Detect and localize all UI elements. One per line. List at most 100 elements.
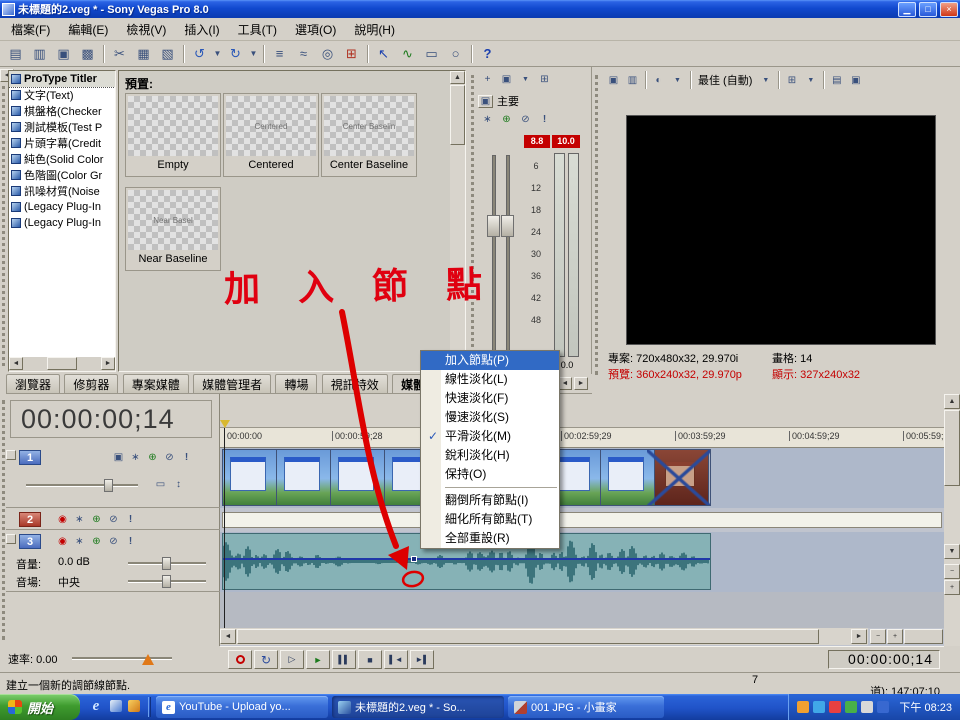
task-button-paint[interactable]: 001 JPG - 小畫家 <box>508 696 664 718</box>
list-hscrollbar[interactable]: ◄ ► <box>9 357 115 371</box>
launch-media-player-icon[interactable] <box>128 700 140 712</box>
zoom-out-track-height-icon[interactable]: − <box>944 564 960 579</box>
rate-slider[interactable] <box>72 657 172 660</box>
tab-video-fx[interactable]: 視訊特效 <box>321 374 388 393</box>
tab-scroll-left-icon[interactable]: ◄ <box>558 377 572 390</box>
solo-icon[interactable]: ! <box>122 512 139 527</box>
zoom-tool-corner[interactable] <box>904 629 943 644</box>
zoom-in-track-height-icon[interactable]: + <box>944 580 960 595</box>
automation-settings-icon[interactable]: ⊕ <box>88 512 105 527</box>
overlay-dropdown-icon[interactable]: ▼ <box>801 72 820 89</box>
zoom-out-time-icon[interactable]: − <box>870 629 886 644</box>
dock-grip[interactable] <box>2 86 5 366</box>
lock-envelopes-icon[interactable]: ◎ <box>316 43 339 65</box>
preset-thumbnail[interactable]: Centered <box>226 96 316 156</box>
bus-mute-icon[interactable]: ⊘ <box>516 111 535 128</box>
selection-edit-tool-icon[interactable]: ▭ <box>420 43 443 65</box>
undo-icon[interactable]: ↺ <box>188 43 211 65</box>
scroll-left-icon[interactable]: ◄ <box>220 629 236 644</box>
split-screen-dropdown-icon[interactable]: ▼ <box>668 72 687 89</box>
whats-this-help-icon[interactable]: ? <box>476 43 499 65</box>
tab-scroll-right-icon[interactable]: ► <box>574 377 588 390</box>
preset-thumbnail[interactable]: Near Basel <box>128 190 218 250</box>
envelope-node[interactable] <box>411 556 417 562</box>
transport-timecode-display[interactable]: 00:00:00;14 <box>828 650 940 669</box>
track-number-badge[interactable]: 1 <box>19 450 41 465</box>
stop-icon[interactable]: ■ <box>358 650 382 669</box>
scroll-right-icon[interactable]: ► <box>101 357 115 370</box>
minimize-button[interactable]: ▁ <box>898 1 916 17</box>
scroll-thumb[interactable] <box>237 629 819 644</box>
play-icon[interactable]: ► <box>306 650 330 669</box>
generator-item[interactable]: 文字(Text) <box>9 87 115 103</box>
preview-on-external-monitor-icon[interactable]: ▥ <box>623 72 642 89</box>
solo-icon[interactable]: ! <box>122 534 139 549</box>
menu-file[interactable]: 檔案(F) <box>2 18 59 41</box>
menu-item-reset-all[interactable]: 全部重設(R) <box>421 529 559 548</box>
menu-item-linear-fade[interactable]: 線性淡化(L) <box>421 370 559 389</box>
menu-item-add-point[interactable]: 加入節點(P) <box>421 351 559 370</box>
overlay-grid-icon[interactable]: ⊞ <box>782 72 801 89</box>
bus-solo-icon[interactable]: ! <box>535 111 554 128</box>
marker-bar[interactable] <box>220 394 944 428</box>
redo-icon[interactable]: ↻ <box>224 43 247 65</box>
overlay-event[interactable] <box>222 512 942 528</box>
menu-help[interactable]: 說明(H) <box>345 18 404 41</box>
scroll-down-icon[interactable]: ▼ <box>944 544 960 559</box>
automation-settings-icon[interactable]: ⊕ <box>88 534 105 549</box>
menu-item-hold[interactable]: 保持(O) <box>421 465 559 484</box>
automation-settings-icon[interactable]: ⊕ <box>144 450 161 465</box>
mixer-dropdown-icon[interactable]: ▼ <box>516 71 535 88</box>
preset-cell[interactable]: Centered Centered <box>223 93 319 177</box>
tray-update-icon[interactable] <box>797 701 809 713</box>
track-motion-icon[interactable]: ▣ <box>110 450 127 465</box>
generator-item[interactable]: (Legacy Plug-In <box>9 215 115 231</box>
mute-icon[interactable]: ⊘ <box>161 450 178 465</box>
menu-options[interactable]: 選項(O) <box>286 18 345 41</box>
preset-vscrollbar[interactable]: ▲ ▼ <box>450 71 465 371</box>
scroll-thumb[interactable] <box>450 85 465 145</box>
track-minimize-icon[interactable] <box>6 450 16 460</box>
zoom-edit-tool-icon[interactable]: ○ <box>444 43 467 65</box>
tab-media-manager[interactable]: 媒體管理者 <box>193 374 272 393</box>
menu-item-smooth-fade[interactable]: ✓ 平滑淡化(M) <box>421 427 559 446</box>
menu-insert[interactable]: 插入(I) <box>175 18 228 41</box>
video-track-row[interactable] <box>220 448 944 508</box>
copy-snapshot-icon[interactable]: ▤ <box>827 72 846 89</box>
mixer-properties-icon[interactable]: ⊞ <box>535 71 554 88</box>
scroll-up-icon[interactable]: ▲ <box>450 71 465 84</box>
cut-icon[interactable]: ✂ <box>108 43 131 65</box>
record-arm-icon[interactable]: ◉ <box>54 534 71 549</box>
track-fx-icon[interactable]: ∗ <box>71 512 88 527</box>
record-icon[interactable] <box>228 650 252 669</box>
bus-minimize-icon[interactable]: ▣ <box>478 94 493 108</box>
tray-network-icon[interactable] <box>813 701 825 713</box>
bus-fx-icon[interactable]: ∗ <box>478 111 497 128</box>
show-desktop-icon[interactable] <box>110 700 122 712</box>
tab-project-media[interactable]: 專案媒體 <box>122 374 189 393</box>
timeline-hscrollbar[interactable]: ◄ ► <box>220 628 868 645</box>
preset-cell[interactable]: Near Basel Near Baseline <box>125 187 221 271</box>
undo-dropdown-icon[interactable]: ▼ <box>212 43 223 65</box>
restore-button[interactable]: □ <box>919 1 937 17</box>
timeline-canvas[interactable]: 00:00:00 00:00:59;28 00:01:59;29 00:02:5… <box>220 394 944 646</box>
solo-icon[interactable]: ! <box>178 450 195 465</box>
task-button-ie[interactable]: e YouTube - Upload yo... <box>156 696 328 718</box>
preview-quality-select[interactable]: 最佳 (自動) <box>694 72 756 88</box>
compositing-mode-icon[interactable]: ▭ <box>152 477 169 492</box>
scroll-right-icon[interactable]: ► <box>851 629 867 644</box>
make-compositing-child-icon[interactable]: ↕ <box>170 477 187 492</box>
track-area-grip[interactable] <box>2 400 5 640</box>
preview-grip[interactable] <box>595 75 598 375</box>
bus-automation-icon[interactable]: ⊕ <box>497 111 516 128</box>
generator-item[interactable]: 色階圖(Color Gr <box>9 167 115 183</box>
project-properties-icon[interactable]: ▩ <box>76 43 99 65</box>
menu-item-slow-fade[interactable]: 慢速淡化(S) <box>421 408 559 427</box>
mute-icon[interactable]: ⊘ <box>105 534 122 549</box>
track-number-badge[interactable]: 2 <box>19 512 41 527</box>
track-level-slider[interactable] <box>26 484 138 487</box>
open-project-icon[interactable]: ▥ <box>28 43 51 65</box>
preset-cell[interactable]: Center Baselin Center Baseline <box>321 93 417 177</box>
master-fader-right[interactable] <box>501 215 514 237</box>
menu-item-fast-fade[interactable]: 快速淡化(F) <box>421 389 559 408</box>
